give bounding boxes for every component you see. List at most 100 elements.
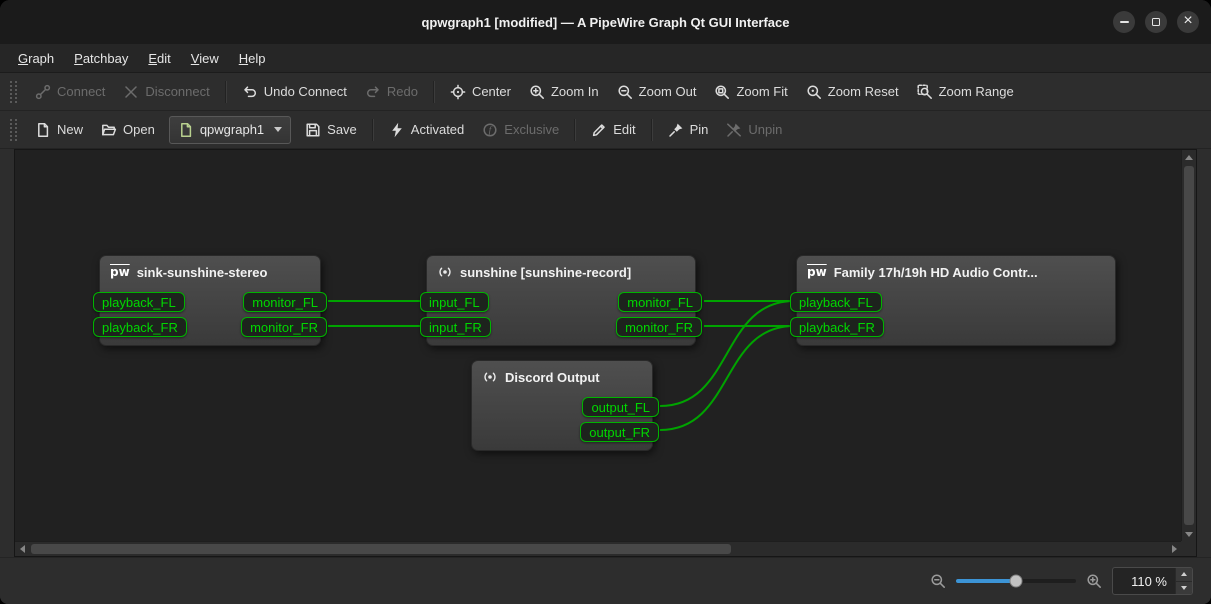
patchbay-selector[interactable]: qpwgraph1 <box>169 116 291 144</box>
arrow-up-icon <box>1181 572 1187 576</box>
scroll-right-button[interactable] <box>1167 542 1181 556</box>
menu-graph[interactable]: Graph <box>8 44 64 72</box>
zoom-reset-button[interactable]: Zoom Reset <box>798 79 907 105</box>
minimize-button[interactable] <box>1113 11 1135 33</box>
toolbar-drag-handle[interactable] <box>10 81 17 103</box>
patchbay-file-icon <box>178 122 194 138</box>
close-button[interactable]: × <box>1177 11 1199 33</box>
chevron-down-icon <box>274 127 282 132</box>
toolbar-drag-handle[interactable] <box>10 119 17 141</box>
node-family-hd-audio[interactable]: pw Family 17h/19h HD Audio Contr... play… <box>796 255 1116 346</box>
speaker-icon <box>482 369 498 385</box>
toolbar-separator <box>225 81 227 103</box>
zoom-fit-button[interactable]: Zoom Fit <box>706 79 795 105</box>
node-header: pw Family 17h/19h HD Audio Contr... <box>797 256 1115 288</box>
port-input-fl[interactable]: input_FL <box>420 292 489 312</box>
menu-help-label: Help <box>239 51 266 66</box>
zoom-in-label: Zoom In <box>551 84 599 99</box>
zoom-out-button[interactable]: Zoom Out <box>609 79 705 105</box>
maximize-button[interactable] <box>1145 11 1167 33</box>
window-controls: × <box>1113 0 1199 44</box>
node-header: pw sink-sunshine-stereo <box>100 256 320 288</box>
save-button[interactable]: Save <box>297 117 365 143</box>
save-icon <box>305 122 321 138</box>
maximize-icon <box>1152 18 1160 26</box>
toolbar-separator <box>433 81 435 103</box>
disconnect-icon <box>123 84 139 100</box>
node-sink-sunshine-stereo[interactable]: pw sink-sunshine-stereo playback_FL moni… <box>99 255 321 346</box>
activated-toggle[interactable]: Activated <box>381 117 472 143</box>
node-title: sink-sunshine-stereo <box>137 265 268 280</box>
new-button[interactable]: New <box>27 117 91 143</box>
new-label: New <box>57 122 83 137</box>
zoom-in-icon <box>529 84 545 100</box>
port-playback-fl[interactable]: playback_FL <box>790 292 882 312</box>
node-header: Discord Output <box>472 361 652 393</box>
scroll-up-button[interactable] <box>1182 150 1196 164</box>
vertical-scrollbar-thumb[interactable] <box>1184 166 1194 525</box>
arrow-down-icon <box>1185 532 1193 537</box>
zoom-step-up-button[interactable] <box>1176 568 1192 581</box>
node-ports: playback_FL playback_FR <box>797 292 1115 337</box>
menu-edit[interactable]: Edit <box>138 44 180 72</box>
zoom-range-button[interactable]: Zoom Range <box>909 79 1022 105</box>
port-monitor-fl[interactable]: monitor_FL <box>243 292 327 312</box>
window-title: qpwgraph1 [modified] — A PipeWire Graph … <box>421 15 789 30</box>
minimize-icon <box>1120 21 1129 23</box>
port-output-fl[interactable]: output_FL <box>582 397 659 417</box>
port-monitor-fr[interactable]: monitor_FR <box>241 317 327 337</box>
node-ports: output_FL output_FR <box>472 397 652 442</box>
port-input-fr[interactable]: input_FR <box>420 317 491 337</box>
lightning-icon <box>389 122 405 138</box>
pin-label: Pin <box>690 122 709 137</box>
port-output-fr[interactable]: output_FR <box>580 422 659 442</box>
zoom-out-label: Zoom Out <box>639 84 697 99</box>
spin-buttons <box>1175 568 1192 594</box>
menu-patchbay[interactable]: Patchbay <box>64 44 138 72</box>
toolbar-separator <box>574 119 576 141</box>
open-button[interactable]: Open <box>93 117 163 143</box>
node-sunshine[interactable]: sunshine [sunshine-record] input_FL moni… <box>426 255 696 346</box>
scroll-left-button[interactable] <box>15 542 29 556</box>
horizontal-scrollbar-thumb[interactable] <box>31 544 731 554</box>
port-playback-fl[interactable]: playback_FL <box>93 292 185 312</box>
port-playback-fr[interactable]: playback_FR <box>93 317 187 337</box>
port-monitor-fr[interactable]: monitor_FR <box>616 317 702 337</box>
menu-help[interactable]: Help <box>229 44 276 72</box>
pipewire-icon: pw <box>807 266 827 278</box>
vertical-scrollbar[interactable] <box>1181 150 1196 541</box>
connect-icon <box>35 84 51 100</box>
zoom-slider-handle[interactable] <box>1010 575 1023 588</box>
arrow-right-icon <box>1172 545 1177 553</box>
undo-connect-button[interactable]: Undo Connect <box>234 79 355 105</box>
arrow-left-icon <box>20 545 25 553</box>
zoom-in-button[interactable]: Zoom In <box>521 79 607 105</box>
graph-canvas[interactable]: pw sink-sunshine-stereo playback_FL moni… <box>15 150 1181 541</box>
toolbar-patchbay: New Open qpwgraph1 Save Activated f Excl… <box>0 111 1211 149</box>
zoom-spinbox[interactable]: 110 % <box>1112 567 1193 595</box>
exclusive-label: Exclusive <box>504 122 559 137</box>
toolbar-separator <box>372 119 374 141</box>
zoom-step-down-button[interactable] <box>1176 581 1192 595</box>
zoom-slider[interactable] <box>956 572 1076 590</box>
menu-view[interactable]: View <box>181 44 229 72</box>
zoom-out-icon[interactable] <box>930 573 946 589</box>
port-playback-fr[interactable]: playback_FR <box>790 317 884 337</box>
unpin-label: Unpin <box>748 122 782 137</box>
arrow-up-icon <box>1185 155 1193 160</box>
titlebar: qpwgraph1 [modified] — A PipeWire Graph … <box>0 0 1211 44</box>
arrow-down-icon <box>1181 586 1187 590</box>
edit-button[interactable]: Edit <box>583 117 643 143</box>
pin-button[interactable]: Pin <box>660 117 717 143</box>
center-label: Center <box>472 84 511 99</box>
undo-icon <box>242 84 258 100</box>
zoom-in-icon[interactable] <box>1086 573 1102 589</box>
node-title: Family 17h/19h HD Audio Contr... <box>834 265 1038 280</box>
menu-view-label: View <box>191 51 219 66</box>
zoom-value[interactable]: 110 % <box>1113 568 1175 594</box>
port-monitor-fl[interactable]: monitor_FL <box>618 292 702 312</box>
node-discord-output[interactable]: Discord Output output_FL output_FR <box>471 360 653 451</box>
center-button[interactable]: Center <box>442 79 519 105</box>
horizontal-scrollbar[interactable] <box>15 541 1181 556</box>
scroll-down-button[interactable] <box>1182 527 1196 541</box>
